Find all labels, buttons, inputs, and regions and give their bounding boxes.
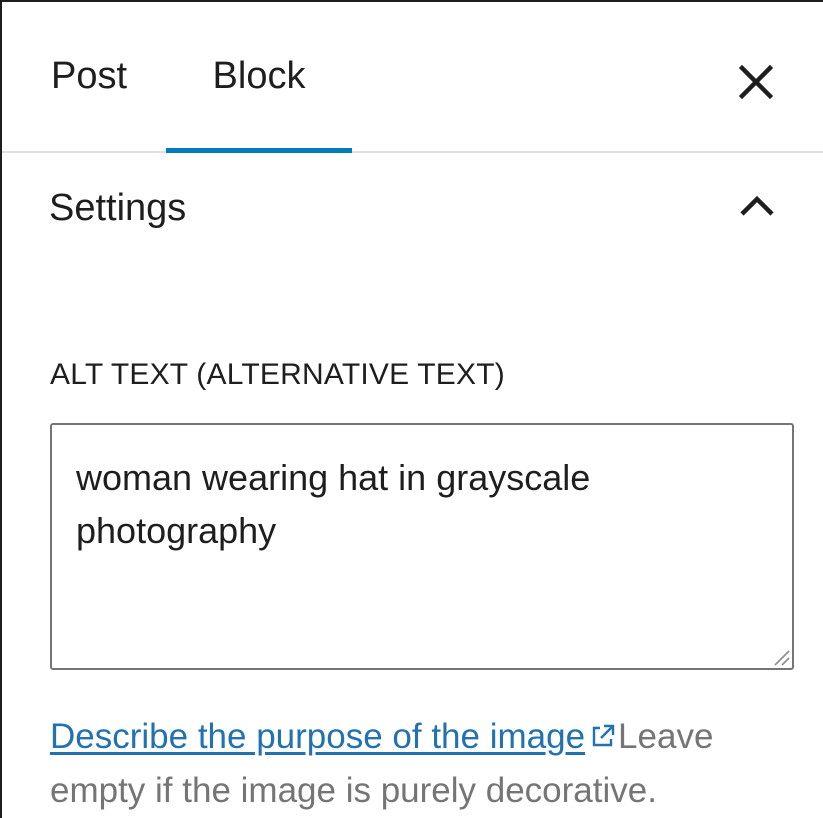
settings-panel-title: Settings: [49, 187, 187, 229]
close-button[interactable]: [724, 50, 788, 114]
tab-block-label: Block: [212, 55, 306, 97]
alt-text-help: Describe the purpose of the image Leave …: [50, 710, 790, 818]
tab-post-label: Post: [50, 55, 128, 97]
block-settings-sidebar: Post Block Settings ALT TEXT (ALTERNATIV…: [0, 0, 823, 818]
external-link-icon: [592, 724, 615, 747]
resize-handle-icon[interactable]: [771, 647, 791, 667]
alt-text-input[interactable]: woman wearing hat in grayscale photograp…: [52, 425, 792, 668]
alt-text-label: ALT TEXT (ALTERNATIVE TEXT): [50, 358, 505, 391]
close-icon: [739, 65, 773, 99]
settings-panel-toggle[interactable]: Settings: [2, 153, 823, 263]
tab-block[interactable]: Block: [166, 2, 352, 153]
sidebar-tabs: Post Block: [2, 2, 823, 153]
chevron-up-icon: [730, 179, 784, 233]
tab-post[interactable]: Post: [14, 2, 164, 151]
alt-text-field-wrapper: woman wearing hat in grayscale photograp…: [50, 423, 794, 670]
describe-purpose-link-text: Describe the purpose of the image: [50, 717, 586, 756]
describe-purpose-link[interactable]: Describe the purpose of the image: [50, 717, 585, 756]
